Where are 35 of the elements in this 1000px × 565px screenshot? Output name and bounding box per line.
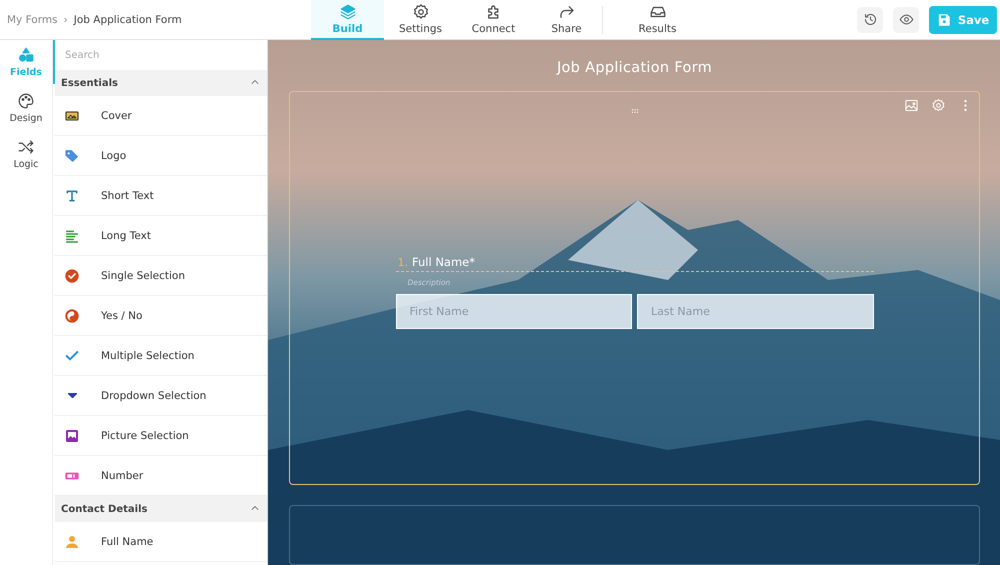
shapes-icon: [17, 46, 35, 64]
breadcrumb-separator: ›: [64, 14, 68, 26]
tag-icon: [64, 148, 80, 164]
eye-icon: [898, 12, 914, 27]
form-title: Job Application Form: [556, 59, 712, 78]
check-circle-icon: [64, 268, 80, 284]
section-header[interactable]: Essentials: [55, 70, 267, 96]
section-header[interactable]: Contact Details: [55, 496, 267, 522]
yin-yang-icon: [64, 308, 80, 324]
nav-tab[interactable]: Settings: [384, 0, 457, 40]
picture-icon: [64, 428, 80, 444]
caret-icon: [68, 393, 76, 398]
history-button[interactable]: [857, 6, 883, 32]
palette-icon: [17, 92, 35, 110]
nav-tab[interactable]: Results: [621, 0, 694, 40]
settings-icon: [412, 2, 430, 20]
breadcrumb-link[interactable]: My Forms: [7, 14, 58, 26]
name-input-field[interactable]: First Name: [396, 294, 632, 329]
question-number: 1.: [398, 256, 408, 269]
breadcrumb-current: Job Application Form: [74, 14, 182, 26]
shuffle-icon: [17, 138, 35, 156]
drag-handle-icon: [630, 106, 640, 116]
sidebar-tab[interactable]: Design: [1, 90, 51, 126]
image-icon: [904, 98, 919, 113]
nav-tab[interactable]: Share: [530, 0, 603, 40]
history-icon: [862, 12, 878, 27]
lines-icon: [64, 228, 80, 244]
person-icon: [64, 534, 80, 550]
layers-icon: [338, 2, 356, 20]
name-input-field[interactable]: Last Name: [637, 294, 874, 329]
nav-tab[interactable]: Connect: [457, 0, 530, 40]
preview-button[interactable]: [893, 6, 919, 32]
settings-icon: [931, 98, 946, 113]
text-icon: [64, 188, 80, 204]
sidebar-tab[interactable]: Logic: [1, 136, 51, 172]
